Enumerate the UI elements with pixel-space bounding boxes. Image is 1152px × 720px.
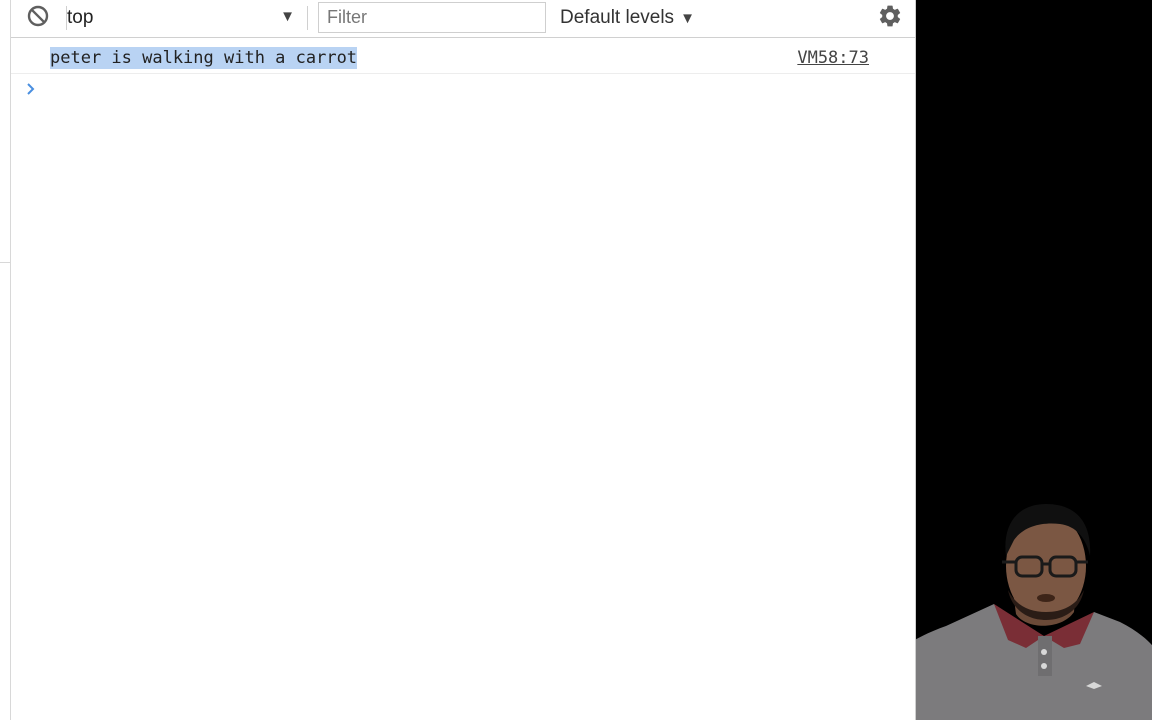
filter-input[interactable]	[318, 2, 546, 33]
chevron-right-icon	[25, 81, 37, 102]
clear-console-button[interactable]	[25, 0, 51, 36]
screen: top ▼ Default levels ▼ peter is walking …	[0, 0, 1152, 720]
triangle-down-icon: ▼	[280, 8, 295, 25]
panel-left-edge	[0, 0, 11, 720]
console-settings-button[interactable]	[877, 0, 903, 36]
panel-divider	[0, 262, 10, 263]
console-prompt[interactable]	[11, 76, 915, 104]
triangle-down-icon: ▼	[680, 9, 695, 27]
console-message-source-link[interactable]: VM58:73	[797, 47, 869, 69]
webcam-overlay	[856, 0, 1152, 720]
block-icon	[26, 4, 50, 33]
console-message-text[interactable]: peter is walking with a carrot	[50, 47, 358, 69]
console-messages: peter is walking with a carrot VM58:73	[11, 38, 915, 720]
toolbar-separator	[307, 6, 308, 30]
presenter-video	[856, 504, 1152, 720]
context-label: top	[67, 7, 94, 28]
devtools-console-panel: top ▼ Default levels ▼ peter is walking …	[0, 0, 916, 720]
log-levels-label: Default levels	[560, 7, 675, 28]
context-selector[interactable]: top ▼	[67, 0, 295, 36]
log-levels-dropdown[interactable]: Default levels ▼	[560, 0, 710, 36]
console-toolbar: top ▼ Default levels ▼	[11, 0, 915, 38]
console-message-row: peter is walking with a carrot VM58:73	[11, 38, 915, 74]
gear-icon	[877, 3, 903, 34]
